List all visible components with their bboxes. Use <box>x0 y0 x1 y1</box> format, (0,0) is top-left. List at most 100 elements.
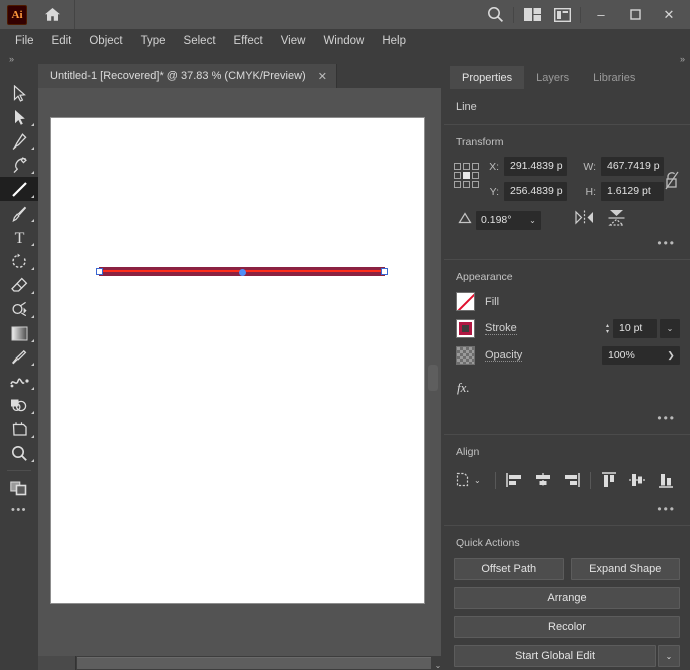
ref-point-cell[interactable] <box>472 163 479 170</box>
stroke-options-chevron-icon[interactable]: ⌄ <box>660 319 680 338</box>
anchor-point-end[interactable] <box>381 268 388 275</box>
maximize-button[interactable] <box>618 4 652 26</box>
constrain-proportions-toggle[interactable] <box>664 171 680 190</box>
flip-horizontal-icon[interactable] <box>575 210 594 230</box>
x-input[interactable]: 291.4839 p <box>504 157 567 176</box>
menu-view[interactable]: View <box>272 32 315 50</box>
flip-vertical-icon[interactable] <box>608 209 625 231</box>
transform-more-options[interactable]: ••• <box>454 231 680 259</box>
collapse-toolbar-chevron-icon[interactable]: » <box>9 54 14 64</box>
fill-stroke-indicator[interactable] <box>0 476 38 500</box>
artboard-tool[interactable] <box>0 417 38 441</box>
stroke-label[interactable]: Stroke <box>485 322 517 335</box>
menu-effect[interactable]: Effect <box>225 32 272 50</box>
ref-point-cell[interactable] <box>463 163 470 170</box>
effects-button[interactable]: fx. <box>454 373 680 406</box>
anchor-point-start[interactable] <box>96 268 103 275</box>
rotate-tool[interactable] <box>0 249 38 273</box>
panel-resize-handle[interactable] <box>428 365 438 391</box>
document-tab-close-icon[interactable]: ✕ <box>318 70 327 83</box>
stroke-weight-input[interactable]: 10 pt <box>613 319 657 338</box>
gradient-tool[interactable] <box>0 321 38 345</box>
blend-tool[interactable] <box>0 369 38 393</box>
selected-line-path[interactable] <box>96 267 388 276</box>
canvas-area[interactable] <box>38 88 445 670</box>
scale-tool[interactable] <box>0 297 38 321</box>
align-to-selection-dropdown[interactable]: ⌄ <box>456 472 491 488</box>
curvature-tool[interactable] <box>0 153 38 177</box>
menu-type[interactable]: Type <box>132 32 175 50</box>
opacity-swatch-icon[interactable] <box>456 346 475 365</box>
fill-swatch-none-icon[interactable] <box>456 292 475 311</box>
align-more-options[interactable]: ••• <box>454 497 680 525</box>
global-edit-options-chevron-icon[interactable]: ⌄ <box>658 645 680 667</box>
align-bottom-icon[interactable] <box>652 469 680 491</box>
tab-libraries[interactable]: Libraries <box>581 66 648 89</box>
ref-point-cell-active[interactable] <box>463 172 470 179</box>
tool-flyout-marker-icon <box>31 147 34 150</box>
start-global-edit-button[interactable]: Start Global Edit <box>454 645 656 667</box>
ref-point-cell[interactable] <box>472 181 479 188</box>
menu-object[interactable]: Object <box>80 32 131 50</box>
direct-selection-tool[interactable] <box>0 105 38 129</box>
align-left-icon[interactable] <box>500 469 528 491</box>
canvas-horizontal-scrollbar[interactable]: ⌄ <box>38 656 445 670</box>
menu-edit[interactable]: Edit <box>43 32 81 50</box>
tab-properties[interactable]: Properties <box>450 66 525 89</box>
selection-tool[interactable] <box>0 81 38 105</box>
arrange-documents-icon[interactable] <box>517 0 547 29</box>
y-input[interactable]: 256.4839 p <box>504 182 567 201</box>
collapse-panel-chevron-icon[interactable]: » <box>680 54 685 64</box>
align-horizontal-center-icon[interactable] <box>529 469 557 491</box>
eraser-tool[interactable] <box>0 273 38 297</box>
menu-help[interactable]: Help <box>373 32 415 50</box>
ref-point-cell[interactable] <box>463 181 470 188</box>
align-right-icon[interactable] <box>557 469 585 491</box>
paintbrush-tool[interactable] <box>0 201 38 225</box>
chevron-down-icon[interactable]: ⌄ <box>524 216 541 225</box>
reference-point-grid-icon[interactable] <box>454 163 479 188</box>
appearance-more-options[interactable]: ••• <box>454 406 680 434</box>
tab-layers[interactable]: Layers <box>524 66 582 89</box>
expand-shape-button[interactable]: Expand Shape <box>570 558 680 580</box>
align-vertical-center-icon[interactable] <box>623 469 651 491</box>
ref-point-cell[interactable] <box>454 181 461 188</box>
eyedropper-tool[interactable] <box>0 345 38 369</box>
svg-text:T: T <box>14 230 24 245</box>
menu-file[interactable]: File <box>6 32 43 50</box>
opacity-label[interactable]: Opacity <box>485 349 523 362</box>
more-tools-button[interactable]: ••• <box>0 504 38 516</box>
scrollbar-thumb[interactable] <box>77 657 431 669</box>
document-tab[interactable]: Untitled-1 [Recovered]* @ 37.83 % (CMYK/… <box>38 64 337 88</box>
ref-point-cell[interactable] <box>454 163 461 170</box>
ref-point-cell[interactable] <box>472 172 479 179</box>
menu-window[interactable]: Window <box>314 32 373 50</box>
home-icon[interactable] <box>41 5 63 25</box>
opacity-input[interactable]: 100% <box>602 346 662 365</box>
close-button[interactable]: ✕ <box>652 4 686 26</box>
center-point[interactable] <box>239 269 246 276</box>
stroke-swatch-icon[interactable] <box>456 319 475 338</box>
ref-point-cell[interactable] <box>454 172 461 179</box>
artboard[interactable] <box>50 117 425 604</box>
stroke-weight-stepper-icon[interactable]: ▴ ▾ <box>606 323 609 335</box>
rotation-angle-input[interactable]: 0.198° <box>476 214 524 226</box>
shape-builder-tool[interactable] <box>0 393 38 417</box>
opacity-options-arrow-icon[interactable]: ❯ <box>662 346 680 365</box>
chevron-down-icon[interactable]: ⌄ <box>474 476 481 485</box>
align-top-icon[interactable] <box>595 469 623 491</box>
line-segment-tool[interactable] <box>0 177 38 201</box>
w-input[interactable]: 467.7419 p <box>601 157 664 176</box>
minimize-button[interactable]: – <box>584 4 618 26</box>
menu-select[interactable]: Select <box>175 32 225 50</box>
workspace-switcher-icon[interactable] <box>547 0 577 29</box>
rotation-angle-field[interactable]: 0.198° ⌄ <box>476 210 541 230</box>
h-input[interactable]: 1.6129 pt <box>601 182 664 201</box>
type-tool[interactable]: T <box>0 225 38 249</box>
arrange-button[interactable]: Arrange <box>454 587 680 609</box>
zoom-tool[interactable] <box>0 441 38 465</box>
recolor-button[interactable]: Recolor <box>454 616 680 638</box>
search-icon[interactable] <box>480 0 510 29</box>
offset-path-button[interactable]: Offset Path <box>454 558 564 580</box>
pen-tool[interactable] <box>0 129 38 153</box>
